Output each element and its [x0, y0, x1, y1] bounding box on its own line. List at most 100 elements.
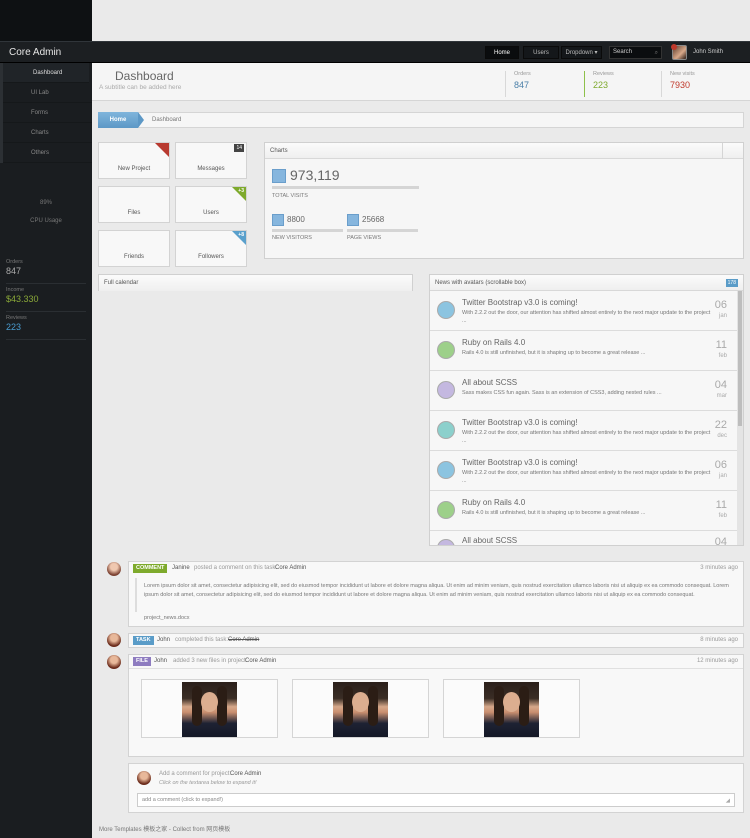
news-item[interactable]: All about SCSS 04 — [430, 531, 737, 546]
sidebar-item-others[interactable]: Others — [3, 143, 92, 163]
top-dark-strip — [0, 0, 92, 42]
news-scrollbar-thumb[interactable] — [738, 291, 742, 426]
page-views-label: PAGE VIEWS — [347, 235, 382, 241]
news-title[interactable]: Ruby on Rails 4.0 — [462, 498, 525, 507]
news-desc: Sass makes CSS fun again. Sass is an ext… — [462, 390, 662, 396]
news-title[interactable]: Twitter Bootstrap v3.0 is coming! — [462, 298, 578, 307]
page-views-bar — [347, 229, 418, 232]
timeline-attachment[interactable]: project_news.docx — [144, 615, 190, 621]
timeline-comment-box: COMMENT Janine posted a comment on this … — [128, 561, 744, 627]
breadcrumb-home[interactable]: Home — [98, 112, 138, 128]
breadcrumb-arrow — [138, 112, 144, 128]
resize-handle-icon[interactable]: ◢ — [726, 795, 730, 807]
news-item[interactable]: Twitter Bootstrap v3.0 is coming! With 2… — [430, 451, 737, 491]
sidebar-stat-label: Orders — [6, 259, 23, 265]
file-thumbnail[interactable] — [292, 679, 429, 738]
tile-users[interactable]: +3 Users — [175, 186, 247, 223]
news-item[interactable]: All about SCSS Sass makes CSS fun again.… — [430, 371, 737, 411]
file-thumbnail[interactable] — [141, 679, 278, 738]
news-desc: With 2.2.2 out the door, our attention h… — [462, 310, 711, 324]
news-title[interactable]: Ruby on Rails 4.0 — [462, 338, 525, 347]
news-item[interactable]: Ruby on Rails 4.0 Rails 4.0 is still unf… — [430, 491, 737, 531]
news-avatar — [437, 341, 455, 359]
tile-label: Friends — [123, 254, 144, 260]
timeline-user[interactable]: Janine — [172, 565, 190, 571]
search-input[interactable]: Search ⌕ — [609, 46, 662, 59]
timeline-user[interactable]: John — [154, 658, 167, 664]
page-title: Dashboard — [115, 69, 174, 83]
add-comment-box: Add a comment for project: Core Admin Cl… — [128, 763, 744, 813]
tile-label: New Project — [117, 166, 151, 172]
comment-textarea[interactable]: add a comment (click to expand!) ◢ — [137, 793, 735, 807]
user-name[interactable]: John Smith — [693, 49, 723, 55]
sidebar-stat-income: Income $43.330 — [6, 287, 86, 312]
page-views-icon — [347, 214, 359, 226]
sidebar-item-charts[interactable]: Charts — [3, 123, 92, 143]
tile-friends[interactable]: Friends — [98, 230, 170, 267]
news-desc: Rails 4.0 is still unfinished, but it is… — [462, 510, 646, 516]
timeline-target[interactable]: Core Admin — [228, 637, 259, 643]
total-visits-label: TOTAL VISITS — [272, 193, 308, 199]
header-stat-reviews: Reviews 223 — [584, 71, 659, 97]
new-visitors-value: 8800 — [287, 215, 305, 224]
file-thumbnail[interactable] — [443, 679, 580, 738]
news-item[interactable]: Twitter Bootstrap v3.0 is coming! With 2… — [430, 411, 737, 451]
news-day: 04 — [714, 536, 727, 546]
timeline-time: 8 minutes ago — [700, 637, 738, 643]
search-placeholder: Search — [613, 49, 633, 55]
news-title[interactable]: All about SCSS — [462, 536, 517, 545]
sidebar-accent — [0, 63, 3, 163]
news-month: dec — [717, 433, 727, 439]
nav-home[interactable]: Home — [485, 46, 519, 59]
portrait-image — [182, 682, 237, 737]
header-stat-label: Reviews — [593, 71, 614, 77]
news-month: feb — [718, 353, 727, 359]
news-month: jan — [718, 473, 727, 479]
news-title[interactable]: Twitter Bootstrap v3.0 is coming! — [462, 458, 578, 467]
news-day: 22 — [714, 419, 727, 431]
timeline-target[interactable]: Core Admin — [245, 658, 276, 664]
top-navbar: Core Admin Home Users Dropdown ▾ Search … — [0, 41, 750, 63]
tile-new-project[interactable]: New Project — [98, 142, 170, 179]
charts-panel: Charts 973,119 TOTAL VISITS 8800 NEW VIS… — [264, 142, 744, 259]
tile-messages[interactable]: 14 Messages — [175, 142, 247, 179]
nav-dropdown[interactable]: Dropdown ▾ — [561, 46, 602, 59]
timeline-action: added 3 new files in project: — [173, 658, 248, 664]
comment-project[interactable]: Core Admin — [230, 771, 261, 777]
tile-label: Messages — [197, 166, 225, 172]
timeline-body: Lorem ipsum dolor sit amet, consectetur … — [144, 583, 729, 598]
news-count-badge: 178 — [725, 279, 738, 287]
news-item[interactable]: Twitter Bootstrap v3.0 is coming! With 2… — [430, 291, 737, 331]
timeline-tag: COMMENT — [133, 564, 168, 573]
nav-users[interactable]: Users — [523, 46, 559, 59]
timeline-user[interactable]: John — [157, 637, 170, 643]
calendar-panel: Full calendar — [98, 274, 413, 291]
tile-files[interactable]: Files — [98, 186, 170, 223]
news-day: 06 — [714, 459, 727, 471]
portrait-image — [333, 682, 388, 737]
cpu-percent: 89% — [39, 200, 52, 206]
news-title[interactable]: All about SCSS — [462, 378, 517, 387]
comment-placeholder: add a comment (click to expand!) — [142, 797, 224, 803]
sidebar-item-dashboard[interactable]: Dashboard — [0, 63, 89, 83]
user-avatar[interactable] — [671, 44, 687, 60]
tile-label: Files — [127, 210, 141, 216]
timeline-target[interactable]: Core Admin — [275, 565, 306, 571]
news-panel-header: News with avatars (scrollable box) — [430, 275, 743, 291]
header-stat-new-visits: New visits 7930 — [661, 71, 736, 97]
news-avatar — [437, 381, 455, 399]
timeline-file-box: FILE John added 3 new files in project: … — [128, 654, 744, 757]
news-panel: News with avatars (scrollable box) 178 T… — [429, 274, 744, 546]
footer-text[interactable]: More Templates 模板之家 - Collect from 网页模板 — [99, 824, 230, 833]
panel-divider — [722, 143, 723, 159]
brand-logo[interactable]: Core Admin — [9, 47, 61, 58]
sidebar-item-ui-lab[interactable]: UI Lab — [3, 83, 92, 103]
news-title[interactable]: Twitter Bootstrap v3.0 is coming! — [462, 418, 578, 427]
page-views-value: 25668 — [362, 215, 385, 224]
tile-followers[interactable]: +8 Followers — [175, 230, 247, 267]
sidebar-item-forms[interactable]: Forms — [3, 103, 92, 123]
news-scrollbar[interactable] — [737, 291, 743, 545]
portrait-image — [484, 682, 539, 737]
news-item[interactable]: Ruby on Rails 4.0 Rails 4.0 is still unf… — [430, 331, 737, 371]
timeline-task-box: TASK John completed this task: Core Admi… — [128, 633, 744, 648]
